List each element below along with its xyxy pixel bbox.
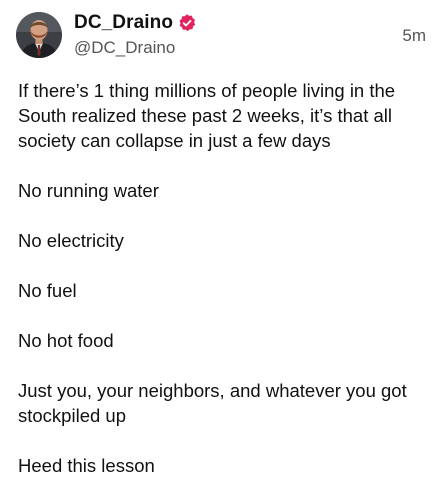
post-paragraph: If there’s 1 thing millions of people li… xyxy=(18,80,396,151)
author-handle[interactable]: @DC_Draino xyxy=(74,38,175,58)
post-paragraph: No hot food xyxy=(18,330,114,351)
post-paragraph: Just you, your neighbors, and whatever y… xyxy=(18,380,407,426)
verified-badge-icon xyxy=(177,13,197,33)
author-avatar[interactable] xyxy=(16,12,62,58)
post-paragraph: No fuel xyxy=(18,280,77,301)
post-timestamp[interactable]: 5m xyxy=(402,26,426,46)
profile-photo-icon xyxy=(16,12,62,58)
author-name-row[interactable]: DC_Draino xyxy=(74,10,197,36)
post-paragraph: No electricity xyxy=(18,230,124,251)
post-body: If there’s 1 thing millions of people li… xyxy=(18,78,432,503)
post-paragraph: No running water xyxy=(18,180,159,201)
post-card[interactable]: DC_Draino @DC_Draino 5m If there’s 1 thi… xyxy=(0,0,444,500)
post-paragraph: Heed this lesson xyxy=(18,455,155,476)
author-display-name[interactable]: DC_Draino xyxy=(74,12,173,34)
